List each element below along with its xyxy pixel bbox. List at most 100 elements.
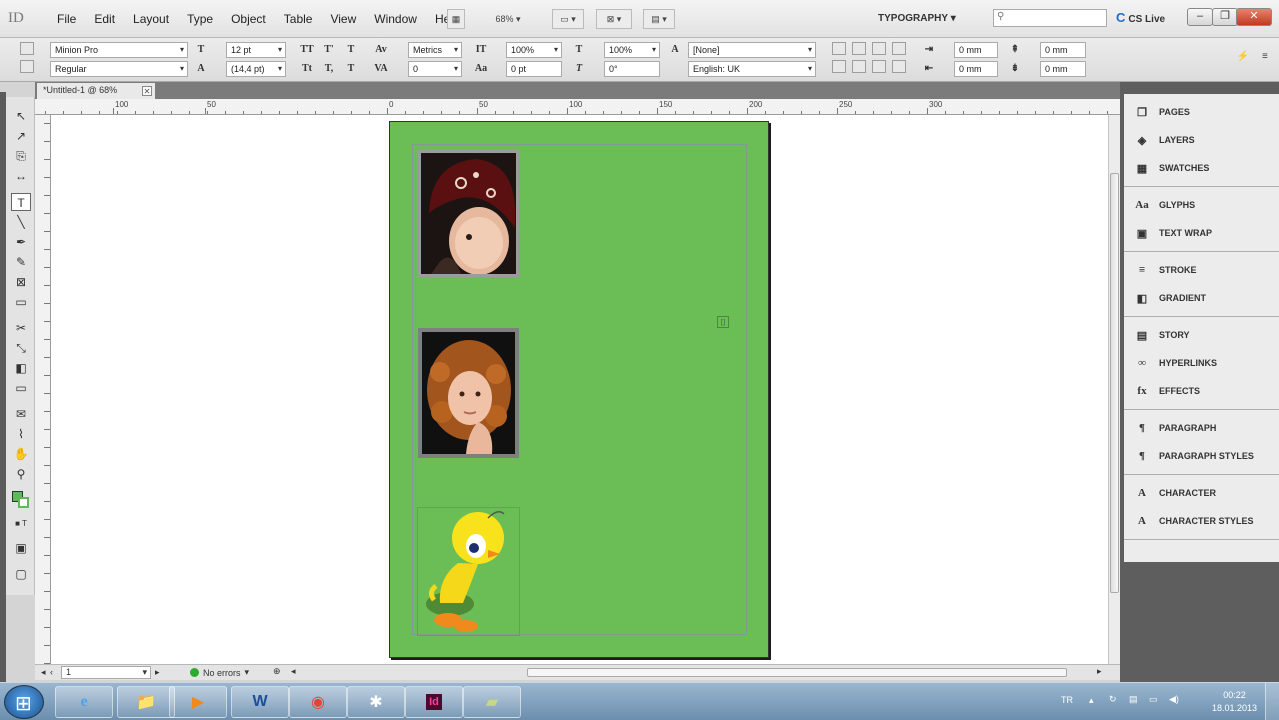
scissors-tool-icon[interactable]: ✂: [11, 319, 31, 337]
internet-explorer-taskbar-icon[interactable]: e: [55, 686, 113, 718]
volume-icon[interactable]: ◀): [1169, 694, 1179, 705]
justify-left-button[interactable]: [832, 60, 846, 73]
input-language[interactable]: TR: [1061, 695, 1073, 705]
page-number-field[interactable]: 1 ▾: [61, 666, 151, 679]
pen-tool-icon[interactable]: ✒: [11, 233, 31, 251]
panel-character[interactable]: A CHARACTER: [1124, 479, 1279, 507]
justify-center-button[interactable]: [852, 60, 866, 73]
direct-selection-tool-icon[interactable]: ↗: [11, 127, 31, 145]
preflight-status[interactable]: No errors ▾: [190, 667, 249, 678]
word-taskbar-icon[interactable]: W: [231, 686, 289, 718]
note-tool-icon[interactable]: ✉: [11, 405, 31, 423]
first-page-icon[interactable]: ◂: [41, 667, 46, 678]
panel-glyphs[interactable]: Aa GLYPHS: [1124, 191, 1279, 219]
sync-icon[interactable]: ↻: [1109, 694, 1117, 705]
align-right-button[interactable]: [872, 42, 886, 55]
vertical-scale-field[interactable]: 100% ▾: [506, 42, 562, 58]
menu-window[interactable]: Window: [365, 12, 426, 26]
font-size-field[interactable]: 12 pt ▾: [226, 42, 286, 58]
space-before-field[interactable]: 0 mm: [1040, 42, 1086, 58]
quick-apply-icon[interactable]: ⚡: [1236, 50, 1250, 64]
gap-tool-icon[interactable]: ↔: [11, 167, 31, 185]
menu-view[interactable]: View: [321, 12, 365, 26]
indesign-taskbar-icon[interactable]: Id: [405, 686, 463, 718]
vertical-scrollbar[interactable]: [1108, 115, 1120, 664]
show-hidden-icons-icon[interactable]: ▴: [1089, 695, 1094, 706]
panel-text-wrap[interactable]: ▣ TEXT WRAP: [1124, 219, 1279, 247]
leading-field[interactable]: (14,4 pt) ▾: [226, 61, 286, 77]
view-mode-icon[interactable]: ▣: [11, 539, 31, 557]
baseline-shift-field[interactable]: 0 pt: [506, 61, 562, 77]
cs-live-button[interactable]: C CS Live: [1116, 10, 1165, 25]
pencil-tool-icon[interactable]: ✎: [11, 253, 31, 271]
horizontal-scroll-thumb[interactable]: [527, 668, 1067, 677]
panel-pages[interactable]: ❒ PAGES: [1124, 98, 1279, 126]
search-input[interactable]: [993, 9, 1107, 27]
image-frame-curly-girl[interactable]: [418, 328, 519, 458]
network-taskbar-icon[interactable]: ✱: [347, 686, 405, 718]
preflight-panel-icon[interactable]: ⊕: [273, 666, 281, 677]
panel-hyperlinks[interactable]: ∞ HYPERLINKS: [1124, 349, 1279, 377]
document-page[interactable]: ⌷: [389, 121, 769, 658]
free-transform-tool-icon[interactable]: ⤡: [11, 339, 31, 357]
skew-field[interactable]: 0°: [604, 61, 660, 77]
bridge-button[interactable]: ▦: [447, 9, 465, 29]
eyedropper-tool-icon[interactable]: ⌇: [11, 425, 31, 443]
document-tab[interactable]: *Untitled-1 @ 68% ✕: [37, 83, 155, 99]
maximize-button[interactable]: ❐: [1212, 8, 1238, 26]
hand-tool-icon[interactable]: ✋: [11, 445, 31, 463]
network-tray-icon[interactable]: ▤: [1129, 694, 1138, 705]
battery-icon[interactable]: ▭: [1149, 694, 1158, 705]
workspace-switcher[interactable]: TYPOGRAPHY ▾: [878, 9, 978, 28]
scroll-left-icon[interactable]: ◂: [291, 666, 296, 677]
line-tool-icon[interactable]: ╲: [11, 213, 31, 231]
screen-mode-button[interactable]: ⊠ ▾: [596, 9, 632, 29]
zoom-tool-icon[interactable]: ⚲: [11, 465, 31, 483]
font-style-field[interactable]: Regular ▾: [50, 61, 188, 77]
gradient-feather-tool-icon[interactable]: ▭: [11, 379, 31, 397]
panel-paragraph-styles[interactable]: ¶ PARAGRAPH STYLES: [1124, 442, 1279, 470]
panel-gradient[interactable]: ◧ GRADIENT: [1124, 284, 1279, 312]
first-line-indent-field[interactable]: 0 mm: [954, 61, 998, 77]
superscript-icon[interactable]: T': [322, 43, 336, 57]
chrome-taskbar-icon[interactable]: ◉: [289, 686, 347, 718]
justify-right-button[interactable]: [872, 60, 886, 73]
kerning-field[interactable]: Metrics ▾: [408, 42, 462, 58]
panel-swatches[interactable]: ▦ SWATCHES: [1124, 154, 1279, 182]
scroll-right-icon[interactable]: ▸: [1097, 666, 1102, 677]
start-button[interactable]: [4, 685, 44, 719]
menu-file[interactable]: File: [48, 12, 85, 26]
show-desktop-button[interactable]: [1265, 683, 1279, 720]
panel-layers[interactable]: ◈ LAYERS: [1124, 126, 1279, 154]
character-mode-button[interactable]: [20, 42, 34, 55]
language-field[interactable]: English: UK ▾: [688, 61, 816, 77]
text-frame-indicator-icon[interactable]: ⌷: [717, 316, 729, 328]
image-frame-cartoon-bird[interactable]: [417, 507, 520, 636]
paragraph-mode-button[interactable]: [20, 60, 34, 73]
panel-effects[interactable]: fx EFFECTS: [1124, 377, 1279, 405]
align-towards-spine-button[interactable]: [892, 42, 906, 55]
small-caps-icon[interactable]: Tt: [300, 62, 314, 76]
character-style-field[interactable]: [None] ▾: [688, 42, 816, 58]
menu-object[interactable]: Object: [222, 12, 275, 26]
vertical-scroll-thumb[interactable]: [1110, 173, 1119, 593]
screen-mode-icon[interactable]: ▢: [11, 565, 31, 583]
close-button[interactable]: ✕: [1236, 8, 1272, 26]
subscript-icon[interactable]: T,: [322, 62, 336, 76]
notes-taskbar-icon[interactable]: ▰: [463, 686, 521, 718]
view-options-button[interactable]: ▭ ▾: [552, 9, 584, 29]
next-page-icon[interactable]: ▸: [155, 667, 160, 678]
all-caps-icon[interactable]: TT: [300, 43, 314, 57]
file-explorer-taskbar-icon[interactable]: 📁: [117, 686, 175, 718]
zoom-select[interactable]: 68% ▾: [480, 9, 536, 29]
media-player-taskbar-icon[interactable]: ▶: [169, 686, 227, 718]
panel-stroke[interactable]: ≡ STROKE: [1124, 256, 1279, 284]
panel-paragraph[interactable]: ¶ PARAGRAPH: [1124, 414, 1279, 442]
panel-character-styles[interactable]: A CHARACTER STYLES: [1124, 507, 1279, 535]
menu-type[interactable]: Type: [178, 12, 222, 26]
selection-tool-icon[interactable]: ↖: [11, 107, 31, 125]
horizontal-scale-field[interactable]: 100% ▾: [604, 42, 660, 58]
horizontal-ruler[interactable]: 100 50 0 50 100 150 200 250 300: [35, 99, 1120, 115]
stroke-swatch[interactable]: [18, 497, 29, 508]
menu-layout[interactable]: Layout: [124, 12, 178, 26]
